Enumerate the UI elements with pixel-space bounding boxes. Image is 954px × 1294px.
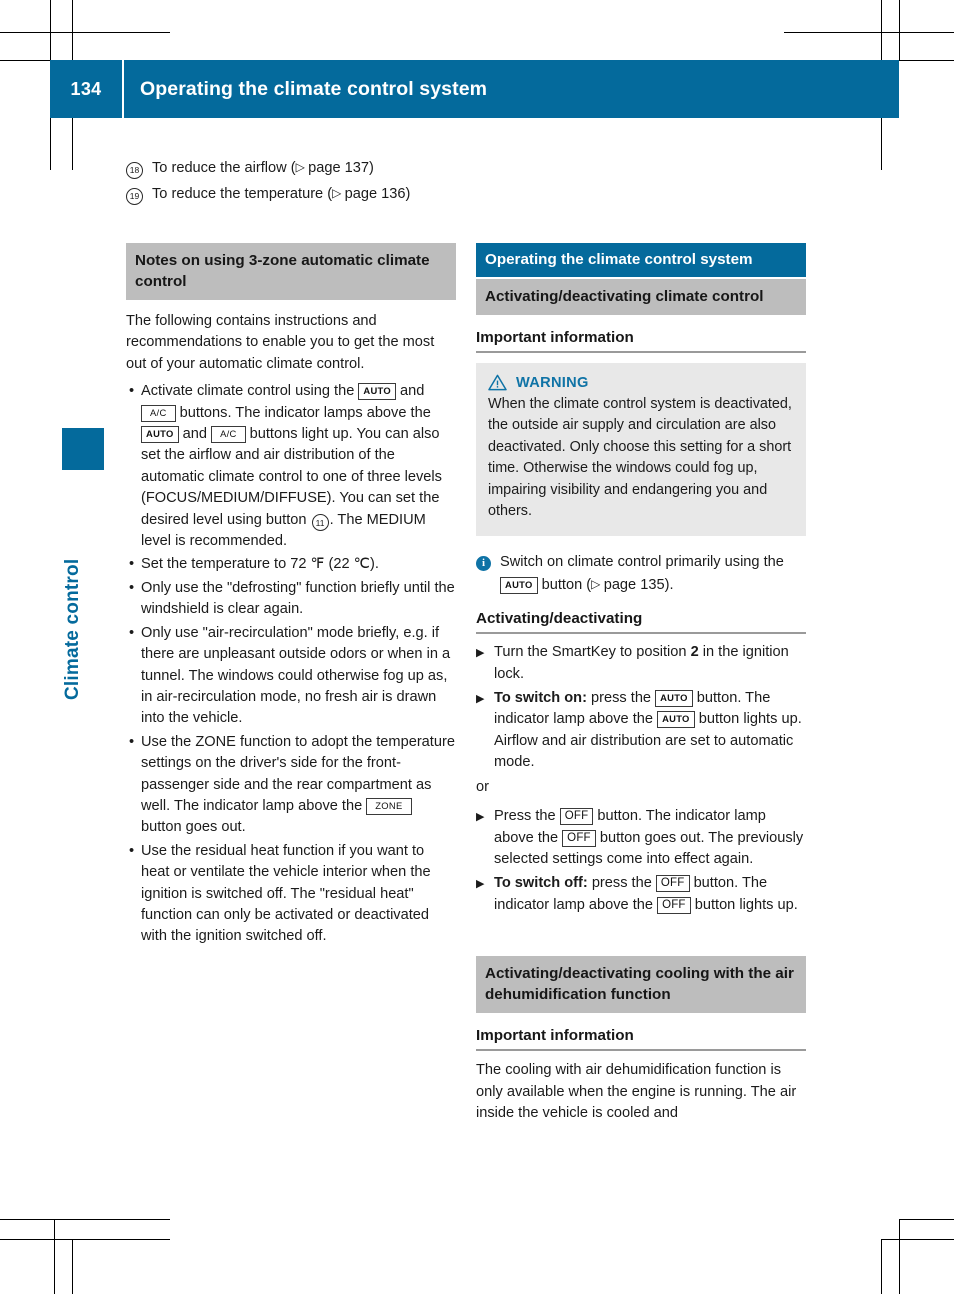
- hardware-button-auto: AUTO: [657, 711, 695, 729]
- hardware-button-a-c: A/C: [141, 404, 176, 422]
- instruction-step: To switch on: press the AUTO button. The…: [476, 688, 806, 774]
- page-header: 134 Operating the climate control system: [50, 60, 899, 118]
- cooling-important-information-heading: Important information: [476, 1027, 806, 1052]
- hardware-button-off: OFF: [655, 875, 690, 893]
- hardware-button-off: OFF: [559, 808, 594, 826]
- callout-number: 19: [126, 187, 143, 205]
- note-bullet: Use the residual heat function if you wa…: [126, 841, 456, 948]
- activating-deactivating-heading: Activating/deactivating: [476, 610, 806, 635]
- step-list-secondary: Press the OFF button. The indicator lamp…: [476, 806, 806, 916]
- legend-item: 18 To reduce the airflow (▷ page 137): [126, 155, 686, 181]
- warning-box: WARNING When the climate control system …: [476, 363, 806, 537]
- section-heading-operating: Operating the climate control system: [476, 243, 806, 277]
- crop-mark: [784, 32, 954, 33]
- important-information-heading: Important information: [476, 329, 806, 353]
- triangle-right-icon: ▷: [332, 186, 345, 200]
- subsection-heading-activating-climate-control: Activating/deactivating climate control: [476, 279, 806, 315]
- page-number: 134: [70, 78, 102, 99]
- hardware-button-auto: AUTO: [500, 576, 538, 594]
- note-bullet: Set the temperature to 72 ℉ (22 ℃).: [126, 554, 456, 576]
- step-list-primary: Turn the SmartKey to position 2 in the i…: [476, 642, 806, 773]
- callout-number: 18: [126, 161, 143, 179]
- crop-mark: [899, 60, 954, 61]
- cooling-body-paragraph: The cooling with air dehumidification fu…: [476, 1062, 797, 1121]
- note-bullet: Activate climate control using the AUTO …: [126, 381, 456, 552]
- crop-mark: [899, 0, 900, 60]
- info-icon: i: [476, 556, 491, 572]
- or-separator: or: [476, 778, 489, 795]
- triangle-right-icon: ▷: [295, 160, 309, 174]
- chapter-tab-marker: [62, 428, 104, 470]
- page-reference[interactable]: ▷ page 137: [296, 160, 369, 176]
- note-bullet: Use the ZONE function to adopt the tempe…: [126, 732, 456, 839]
- hardware-button-auto: AUTO: [655, 690, 693, 708]
- crop-mark: [54, 1219, 55, 1294]
- page-reference[interactable]: ▷ page 136: [332, 186, 405, 202]
- crop-mark: [72, 1239, 73, 1294]
- emphasis-text: To switch on:: [494, 690, 587, 707]
- hardware-button-a-c: A/C: [211, 426, 246, 444]
- instruction-step: Turn the SmartKey to position 2 in the i…: [476, 642, 806, 685]
- instruction-step: To switch off: press the OFF button. The…: [476, 873, 806, 916]
- hardware-button-auto: AUTO: [358, 383, 396, 401]
- intro-paragraph: The following contains instructions and …: [126, 313, 435, 372]
- left-column: Notes on using 3-zone automatic climate …: [126, 243, 456, 948]
- legend-item: 19 To reduce the temperature (▷ page 136): [126, 181, 686, 207]
- subsection-heading-cooling-dehumidification: Activating/deactivating cooling with the…: [476, 956, 806, 1014]
- crop-mark: [0, 1239, 170, 1240]
- hardware-button-zone: ZONE: [366, 797, 412, 815]
- legend-list: 18 To reduce the airflow (▷ page 137) 19 To…: [126, 155, 686, 207]
- note-bullet: Only use the "defrosting" function brief…: [126, 578, 456, 621]
- crop-mark: [899, 1219, 900, 1294]
- crop-mark: [0, 32, 170, 33]
- section-heading-notes: Notes on using 3-zone automatic climate …: [126, 243, 456, 300]
- legend-item-text: To reduce the airflow (▷ page 137): [152, 160, 374, 176]
- crop-mark: [881, 1239, 882, 1294]
- hardware-button-off: OFF: [657, 896, 691, 914]
- triangle-right-icon: ▷: [591, 576, 604, 591]
- chapter-tab-label: Climate control: [62, 558, 83, 700]
- warning-triangle-icon: [488, 374, 507, 391]
- info-note-text: Switch on climate control primarily usin…: [500, 554, 784, 594]
- emphasis-text: 2: [690, 644, 699, 661]
- page-reference[interactable]: ▷ page 135: [591, 577, 664, 593]
- legend-item-text: To reduce the temperature (▷ page 136): [152, 186, 411, 202]
- hardware-button-auto: AUTO: [141, 426, 179, 444]
- instruction-step: Press the OFF button. The indicator lamp…: [476, 806, 806, 870]
- crop-mark: [899, 1219, 954, 1220]
- callout-number: 11: [311, 514, 329, 532]
- hardware-button-off: OFF: [562, 829, 596, 847]
- right-column: Operating the climate control system Act…: [476, 243, 806, 1124]
- notes-bullet-list: Activate climate control using the AUTO …: [126, 381, 456, 948]
- warning-header: WARNING: [488, 374, 794, 391]
- info-note: i Switch on climate control primarily us…: [476, 552, 806, 596]
- warning-label: WARNING: [516, 374, 589, 391]
- page-title: Operating the climate control system: [140, 77, 488, 100]
- emphasis-text: To switch off:: [494, 875, 588, 892]
- note-bullet: Only use "air-recirculation" mode briefl…: [126, 623, 456, 730]
- warning-text: When the climate control system is deact…: [488, 396, 792, 520]
- crop-mark: [881, 1239, 954, 1240]
- crop-mark: [0, 1219, 170, 1220]
